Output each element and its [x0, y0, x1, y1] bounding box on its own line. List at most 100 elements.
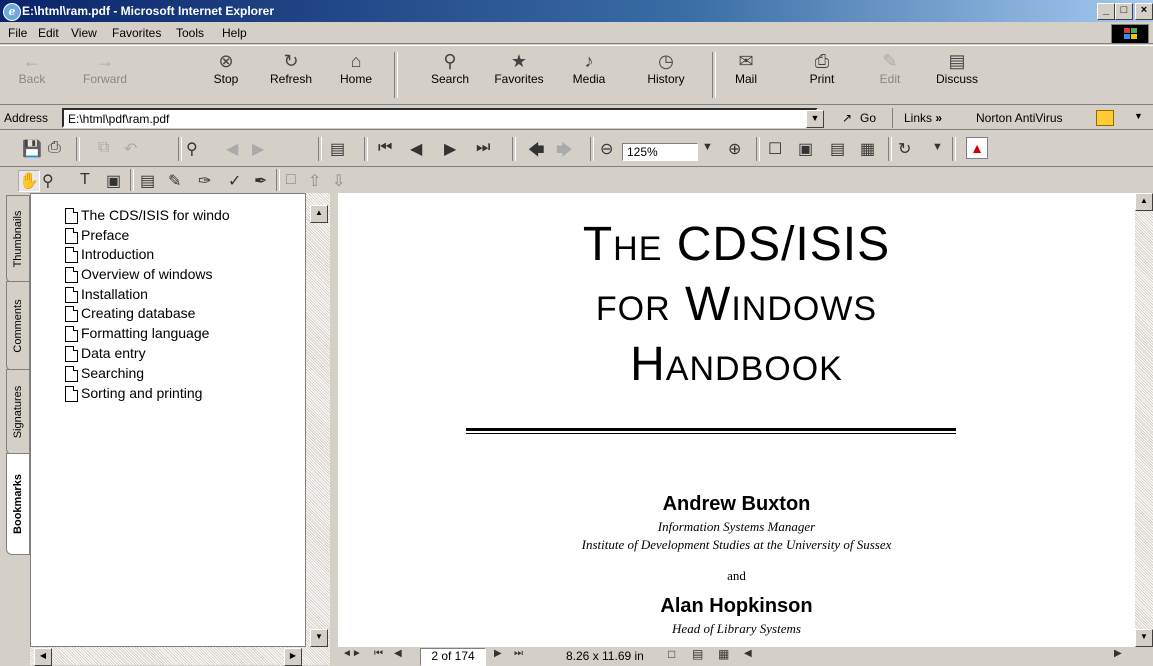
maximize-button[interactable]: □ — [1115, 3, 1133, 20]
highlight-tool-icon[interactable]: ✑ — [198, 171, 211, 191]
undo-icon[interactable]: ↶ — [124, 139, 137, 159]
find-icon[interactable]: ⚲ — [186, 139, 198, 159]
next-view-icon[interactable]: ▶ — [252, 139, 264, 159]
bookmark-item[interactable]: The CDS/ISIS for windo — [65, 206, 230, 224]
page-tool-3-icon[interactable]: ⇩ — [332, 171, 345, 191]
go-back-icon[interactable]: 🡄 — [528, 139, 545, 166]
facing-icon[interactable]: ▦ — [718, 647, 729, 661]
scroll-up-icon[interactable]: ▲ — [1135, 193, 1153, 211]
menu-help[interactable]: Help — [222, 26, 247, 40]
split-icon[interactable]: ◄► — [342, 648, 362, 659]
close-button[interactable]: × — [1135, 3, 1153, 20]
rotate-view-icon[interactable]: ↻ — [898, 139, 911, 159]
menu-file[interactable]: File — [8, 26, 27, 40]
stop-button[interactable]: ⊗ Stop — [206, 50, 246, 86]
continuous-icon[interactable]: ▤ — [692, 647, 703, 661]
scroll-right-icon[interactable]: ▶ — [284, 648, 302, 666]
adobe-logo-icon[interactable]: ▲ — [966, 137, 988, 159]
tab-comments[interactable]: Comments — [6, 281, 30, 371]
media-button[interactable]: ♪ Media — [568, 50, 610, 86]
graphics-select-icon[interactable]: ▣ — [106, 171, 121, 191]
scroll-down-icon[interactable]: ▼ — [1135, 629, 1153, 647]
print-doc-icon[interactable]: ⎙ — [48, 139, 61, 157]
prev-view-icon[interactable]: ◀ — [226, 139, 238, 159]
hscroll-left-icon[interactable]: ◀ — [744, 648, 752, 659]
menu-favorites[interactable]: Favorites — [112, 26, 161, 40]
bookmark-item[interactable]: Introduction — [65, 245, 154, 263]
scroll-left-icon[interactable]: ◀ — [34, 648, 52, 666]
bookmark-item[interactable]: Preface — [65, 226, 129, 244]
go-button[interactable]: Go — [860, 111, 876, 125]
hand-tool-icon[interactable]: ✋ — [18, 170, 40, 192]
save-icon[interactable]: 💾 — [22, 139, 42, 159]
sign-tool-icon[interactable]: ✒ — [254, 171, 267, 191]
history-button[interactable]: ◷ History — [640, 50, 692, 86]
minimize-button[interactable]: _ — [1097, 3, 1115, 20]
print-button[interactable]: ⎙ Print — [802, 50, 842, 86]
menu-view[interactable]: View — [71, 26, 97, 40]
back-button[interactable]: ← Back — [12, 50, 52, 86]
bookmark-item[interactable]: Data entry — [65, 344, 146, 362]
home-button[interactable]: ⌂ Home — [336, 50, 376, 86]
favorites-button[interactable]: ★ Favorites — [486, 50, 552, 86]
bookmark-item[interactable]: Formatting language — [65, 324, 209, 342]
zoom-dropdown-icon[interactable]: ▼ — [702, 141, 713, 153]
scroll-up-icon[interactable]: ▲ — [310, 205, 328, 223]
refresh-button[interactable]: ↻ Refresh — [266, 50, 316, 86]
document-vertical-scrollbar[interactable]: ▲ ▼ — [1135, 193, 1153, 647]
fit-page-icon[interactable]: ▣ — [798, 139, 813, 159]
zoom-out-icon[interactable]: ⊖ — [600, 139, 613, 159]
page-tool-2-icon[interactable]: ⇧ — [308, 171, 321, 191]
fit-width-icon[interactable]: ▤ — [830, 139, 845, 159]
last-page-icon[interactable]: ⏭ — [476, 139, 490, 157]
bookmark-item[interactable]: Overview of windows — [65, 265, 213, 283]
menu-tools[interactable]: Tools — [176, 26, 204, 40]
zoom-tool-icon[interactable]: ⚲ — [42, 171, 54, 191]
zoom-level-field[interactable]: 125% — [622, 143, 698, 161]
tab-bookmarks[interactable]: Bookmarks — [6, 453, 30, 555]
status-first-page-icon[interactable]: ⏮ — [374, 648, 383, 659]
discuss-button[interactable]: ▤ Discuss — [930, 50, 984, 86]
spell-check-icon[interactable]: ✓ — [228, 171, 241, 191]
bookmarks-vertical-scrollbar[interactable]: ▲ ▼ — [305, 193, 330, 647]
pane-splitter[interactable] — [330, 193, 338, 665]
previous-page-icon[interactable]: ◀ — [410, 139, 422, 159]
search-button[interactable]: ⚲ Search — [424, 50, 476, 86]
mail-button[interactable]: ✉ Mail — [726, 50, 766, 86]
page-tool-1-icon[interactable]: □ — [286, 171, 296, 189]
bookmark-item[interactable]: Sorting and printing — [65, 384, 202, 402]
bookmark-item[interactable]: Creating database — [65, 304, 195, 322]
tab-thumbnails[interactable]: Thumbnails — [6, 195, 30, 283]
first-page-icon[interactable]: ⏮ — [378, 139, 392, 157]
links-button[interactable]: Links » — [904, 111, 942, 125]
bookmarks-horizontal-scrollbar[interactable]: ◀ ▶ — [30, 647, 330, 666]
status-prev-page-icon[interactable]: ◀ — [394, 648, 402, 659]
pencil-tool-icon[interactable]: ✎ — [168, 171, 181, 191]
page-indicator[interactable]: 2 of 174 — [420, 648, 486, 666]
address-dropdown-button[interactable]: ▼ — [806, 110, 824, 128]
tab-signatures[interactable]: Signatures — [6, 369, 30, 455]
single-page-icon[interactable]: □ — [668, 647, 675, 661]
forward-button[interactable]: → Forward — [78, 50, 132, 86]
bookmark-item[interactable]: Installation — [65, 285, 148, 303]
norton-antivirus-button[interactable]: Norton AntiVirus — [976, 111, 1063, 125]
actual-size-icon[interactable]: ☐ — [768, 139, 782, 159]
text-select-tool-icon[interactable]: T — [80, 171, 90, 189]
note-tool-icon[interactable]: ▤ — [140, 171, 155, 191]
go-forward-icon[interactable]: 🡆 — [556, 139, 573, 166]
menu-edit[interactable]: Edit — [38, 26, 59, 40]
norton-dropdown-icon[interactable]: ▼ — [1134, 111, 1143, 121]
status-last-page-icon[interactable]: ⏭ — [514, 648, 523, 659]
bookmark-item[interactable]: Searching — [65, 364, 144, 382]
status-next-page-icon[interactable]: ▶ — [494, 648, 502, 659]
next-page-icon[interactable]: ▶ — [444, 139, 456, 159]
edit-button[interactable]: ✎ Edit — [870, 50, 910, 86]
zoom-in-icon[interactable]: ⊕ — [728, 139, 741, 159]
copy-icon[interactable]: ⧉ — [98, 139, 109, 157]
scroll-down-icon[interactable]: ▼ — [310, 629, 328, 647]
address-input[interactable]: E:\html\pdf\ram.pdf — [62, 108, 818, 128]
fit-visible-icon[interactable]: ▦ — [860, 139, 875, 159]
rotate-dropdown-icon[interactable]: ▼ — [932, 141, 943, 153]
navigation-pane-icon[interactable]: ▤ — [330, 139, 345, 159]
hscroll-right-icon[interactable]: ▶ — [1114, 648, 1122, 659]
